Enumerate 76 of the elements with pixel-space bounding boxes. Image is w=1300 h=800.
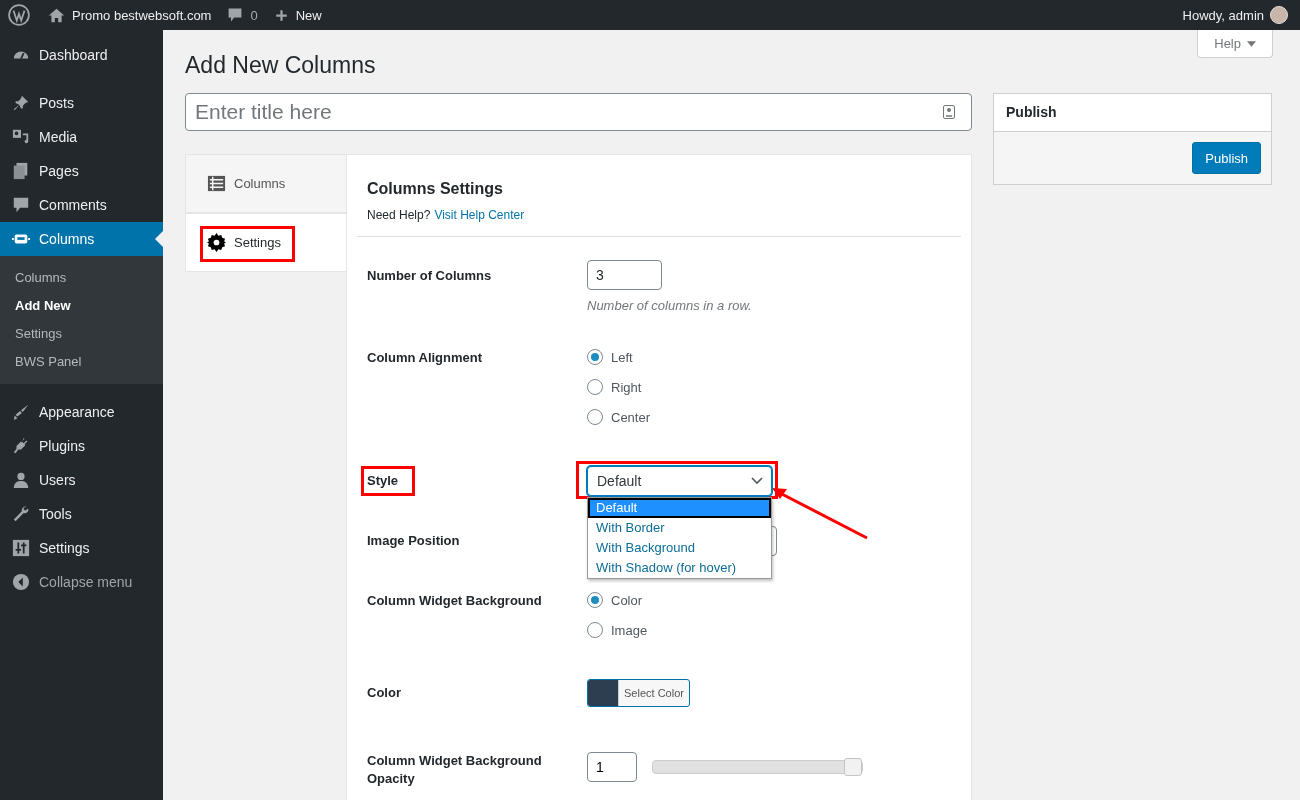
media-icon [12,128,30,146]
panel-heading: Columns Settings [367,179,504,199]
field-label: Color [367,684,401,702]
number-input[interactable]: 1 [587,752,637,782]
person-icon [12,471,30,489]
greeting-text: Howdy, admin [1182,7,1264,23]
avatar [1270,6,1288,24]
pages-icon [12,162,30,180]
radio-button[interactable] [587,409,603,425]
plus-icon [273,7,289,23]
speech-bubble-icon [227,7,244,23]
sidebar-item[interactable]: Posts [0,86,163,120]
speech-bubble-icon [12,196,30,214]
field-label: Column Widget Background Opacity [367,752,543,788]
hint-text: Number of columns in a row. [587,298,753,313]
sidebar-item[interactable]: Plugins [0,429,163,463]
sidebar-item[interactable]: Media [0,120,163,154]
sliders-icon [12,539,30,557]
pushpin-icon [12,94,30,112]
sidebar-item[interactable]: Tools [0,497,163,531]
field-label: Number of Columns [367,267,492,285]
radio-label: Color [611,592,643,608]
dropdown-option[interactable]: With Border [588,518,771,538]
select-field[interactable]: Default [587,466,772,496]
caret-icon [1247,40,1256,47]
contact-card-icon [943,105,955,119]
submenu-item[interactable]: BWS Panel [0,348,163,376]
help-text: Need Help? [367,208,431,222]
radio-button[interactable] [587,379,603,395]
sidebar-item[interactable]: Comments [0,188,163,222]
sidebar-item[interactable]: Dashboard [0,38,163,72]
site-link[interactable]: Promo bestwebsoft.com [48,6,212,24]
plug-icon [12,437,30,455]
submenu-item[interactable]: Columns [0,264,163,292]
submenu-item[interactable]: Add New [0,292,163,320]
sidebar-item[interactable]: Appearance [0,395,163,429]
radio-label: Right [611,379,642,395]
radio-button[interactable] [587,349,603,365]
home-icon [48,6,65,24]
wrench-icon [12,505,30,523]
page-title: Add New Columns [185,51,376,80]
gear-icon [207,233,226,252]
new-link[interactable]: New [273,7,322,23]
title-field[interactable]: Enter title here [185,93,972,131]
radio-button[interactable] [587,622,603,638]
field-label: Style [367,472,399,490]
radio-label: Center [611,409,651,425]
account-menu[interactable]: Howdy, admin [1182,6,1288,24]
field-label: Column Alignment [367,349,483,367]
list-icon [207,174,226,193]
sidebar-item[interactable]: Settings [0,531,163,565]
sidebar-item[interactable]: Pages [0,154,163,188]
field-label: Column Widget Background [367,592,542,610]
settings-tab[interactable]: Settings [185,213,346,272]
dropdown-option[interactable]: With Background [588,538,771,558]
help-center-link[interactable]: Visit Help Center [434,208,525,222]
dropdown-option[interactable]: With Shadow (for hover) [588,558,771,578]
brush-icon [12,403,30,421]
wordpress-logo-icon [8,4,30,26]
collapse-menu-button[interactable]: Collapse menu [0,565,163,599]
radio-button[interactable] [587,592,603,608]
sidebar-item[interactable]: Users [0,463,163,497]
help-tab[interactable]: Help [1197,30,1273,58]
radio-label: Image [611,622,648,638]
submenu-item[interactable]: Settings [0,320,163,348]
comments-link[interactable]: 0 [227,7,258,23]
chevron-down-icon [751,477,763,485]
settings-tab[interactable]: Columns [185,154,346,213]
slider-track[interactable] [652,760,863,774]
number-input[interactable]: 3 [587,260,662,290]
publish-button[interactable]: Publish [1192,142,1261,174]
radio-label: Left [611,349,633,365]
sidebar-item[interactable]: Columns [0,222,163,256]
slider-thumb[interactable] [844,758,862,776]
color-picker-button[interactable]: Select Color [587,679,690,707]
field-label: Image Position [367,532,460,550]
